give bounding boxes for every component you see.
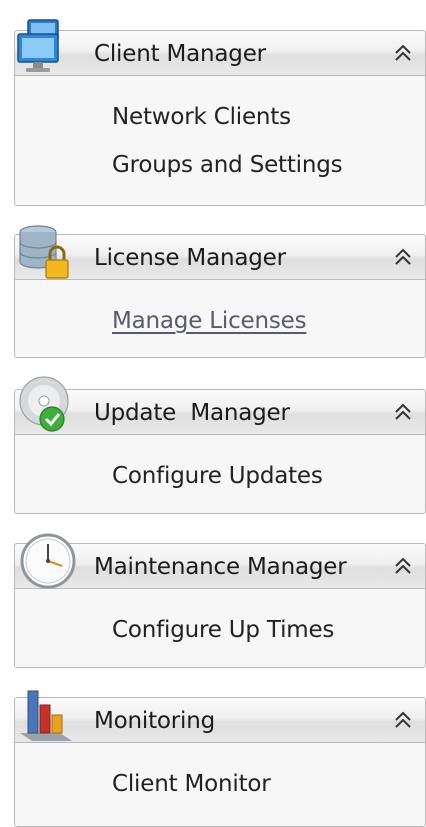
double-chevron-up-icon[interactable] bbox=[391, 399, 415, 425]
groups-and-settings-link[interactable]: Groups and Settings bbox=[112, 152, 343, 178]
monitoring-body: Client Monitor bbox=[14, 743, 426, 827]
double-chevron-up-icon[interactable] bbox=[391, 244, 415, 270]
manage-licenses-link[interactable]: Manage Licenses bbox=[112, 308, 307, 334]
task-pane: Client Manager Network Clients Groups an… bbox=[0, 0, 426, 827]
update-manager-group: Update Manager Configure Updates bbox=[14, 376, 426, 514]
maintenance-manager-body: Configure Up Times bbox=[14, 589, 426, 668]
configure-updates-link[interactable]: Configure Updates bbox=[112, 463, 323, 489]
client-manager-body: Network Clients Groups and Settings bbox=[14, 76, 426, 206]
monitoring-group: Monitoring Client Monitor bbox=[14, 690, 426, 827]
double-chevron-up-icon[interactable] bbox=[391, 707, 415, 733]
double-chevron-up-icon[interactable] bbox=[391, 553, 415, 579]
license-manager-title: License Manager bbox=[94, 245, 286, 271]
double-chevron-up-icon[interactable] bbox=[391, 40, 415, 66]
disc-check-icon bbox=[19, 376, 69, 432]
monitor-network-icon bbox=[17, 19, 59, 72]
client-manager-title: Client Manager bbox=[94, 41, 266, 67]
configure-up-times-link[interactable]: Configure Up Times bbox=[112, 617, 334, 643]
update-manager-title: Update Manager bbox=[94, 400, 290, 426]
bar-chart-icon bbox=[20, 690, 72, 741]
clock-icon bbox=[20, 533, 76, 589]
maintenance-manager-group: Maintenance Manager Configure Up Times bbox=[14, 533, 426, 668]
monitoring-title: Monitoring bbox=[94, 708, 215, 734]
network-clients-link[interactable]: Network Clients bbox=[112, 104, 291, 130]
client-manager-group: Client Manager Network Clients Groups an… bbox=[14, 19, 426, 206]
client-monitor-link[interactable]: Client Monitor bbox=[112, 771, 271, 797]
license-manager-group: License Manager Manage Licenses bbox=[14, 225, 426, 358]
maintenance-manager-title: Maintenance Manager bbox=[94, 554, 347, 580]
license-manager-body: Manage Licenses bbox=[14, 280, 426, 358]
update-manager-body: Configure Updates bbox=[14, 435, 426, 514]
database-lock-icon bbox=[19, 225, 69, 279]
